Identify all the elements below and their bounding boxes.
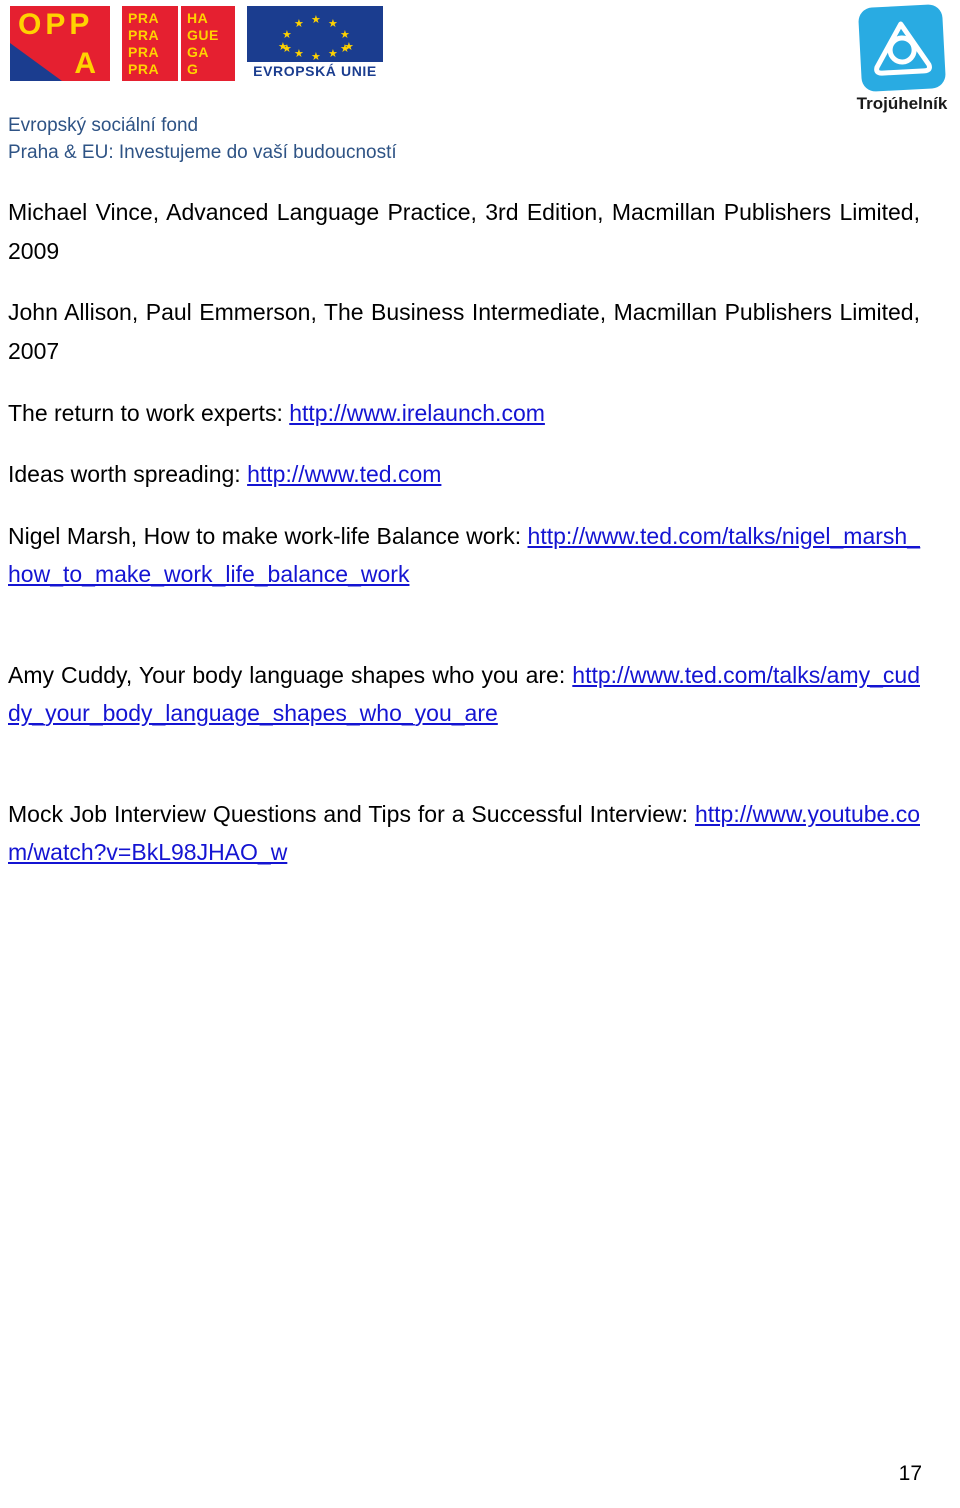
eu-flag-icon: ★ ★ ★ ★ ★ ★ ★ ★ ★ ★ ★ ★ <box>247 6 383 63</box>
bibliography-entry: Amy Cuddy, Your body language shapes who… <box>8 656 920 772</box>
prague-left-line-3: PRA <box>128 44 160 61</box>
prague-left-line-2: PRA <box>128 27 160 44</box>
page-header: OPP A PRA PRA PRA PRA HA GUE GA G ★ ★ ★ … <box>0 0 960 178</box>
bibliography-entry: John Allison, Paul Emmerson, The Busines… <box>8 293 920 370</box>
bibliography-entry: Nigel Marsh, How to make work-life Balan… <box>8 517 920 633</box>
oppa-logo-top-text: OPP <box>18 8 94 41</box>
bibliography-entry: The return to work experts: http://www.i… <box>8 394 920 433</box>
bibliography-list: Michael Vince, Advanced Language Practic… <box>8 193 920 910</box>
oppa-logo-corner-shape <box>10 43 62 81</box>
prague-right-line-3: GA <box>187 44 209 61</box>
logo-row: OPP A PRA PRA PRA PRA HA GUE GA G ★ ★ ★ … <box>10 6 383 82</box>
entry-text: Nigel Marsh, How to make work-life Balan… <box>8 522 528 549</box>
esf-subtitle-line-2: Praha & EU: Investujeme do vaší budoucno… <box>8 141 397 163</box>
prague-right-line-2: GUE <box>187 27 219 44</box>
prague-left-line-1: PRA <box>128 10 160 26</box>
entry-link[interactable]: http://www.ted.com <box>247 461 441 487</box>
oppa-logo-bottom-text: A <box>74 47 96 80</box>
entry-text: John Allison, Paul Emmerson, The Busines… <box>8 299 920 364</box>
trojuhelnik-logo: Trojúhelník <box>850 3 954 124</box>
bibliography-entry: Michael Vince, Advanced Language Practic… <box>8 193 920 270</box>
bibliography-entry: Mock Job Interview Questions and Tips fo… <box>8 795 920 911</box>
prague-logo: PRA PRA PRA PRA HA GUE GA G <box>122 6 235 81</box>
esf-subtitle-line-1: Evropský sociální fond <box>8 115 199 136</box>
esf-subtitle: Evropský sociální fond Praha & EU: Inves… <box>8 113 397 167</box>
eu-logo-caption: EVROPSKÁ UNIE <box>253 63 377 79</box>
page-number: 17 <box>898 1462 922 1485</box>
entry-text: Ideas worth spreading: <box>8 461 248 488</box>
trojuhelnik-logo-caption: Trojúhelník <box>856 94 948 113</box>
european-union-logo: ★ ★ ★ ★ ★ ★ ★ ★ ★ ★ ★ ★ EVROPSKÁ UNIE <box>247 6 383 82</box>
prague-left-line-4: PRA <box>128 61 160 78</box>
entry-text: The return to work experts: <box>8 399 290 426</box>
bibliography-entry: Ideas worth spreading: http://www.ted.co… <box>8 455 920 494</box>
entry-link[interactable]: http://www.irelaunch.com <box>289 400 545 426</box>
oppa-logo: OPP A <box>10 6 110 81</box>
prague-logo-left-panel: PRA PRA PRA PRA <box>122 6 178 81</box>
prague-right-line-4: G <box>187 61 199 78</box>
trojuhelnik-mark-icon <box>857 3 947 93</box>
entry-text: Michael Vince, Advanced Language Practic… <box>8 199 920 264</box>
page-footer: 17 <box>0 1462 960 1486</box>
entry-text: Amy Cuddy, Your body language shapes who… <box>8 661 573 688</box>
prague-logo-right-panel: HA GUE GA G <box>181 6 235 81</box>
prague-right-line-1: HA <box>187 10 209 26</box>
entry-text: Mock Job Interview Questions and Tips fo… <box>8 800 695 827</box>
